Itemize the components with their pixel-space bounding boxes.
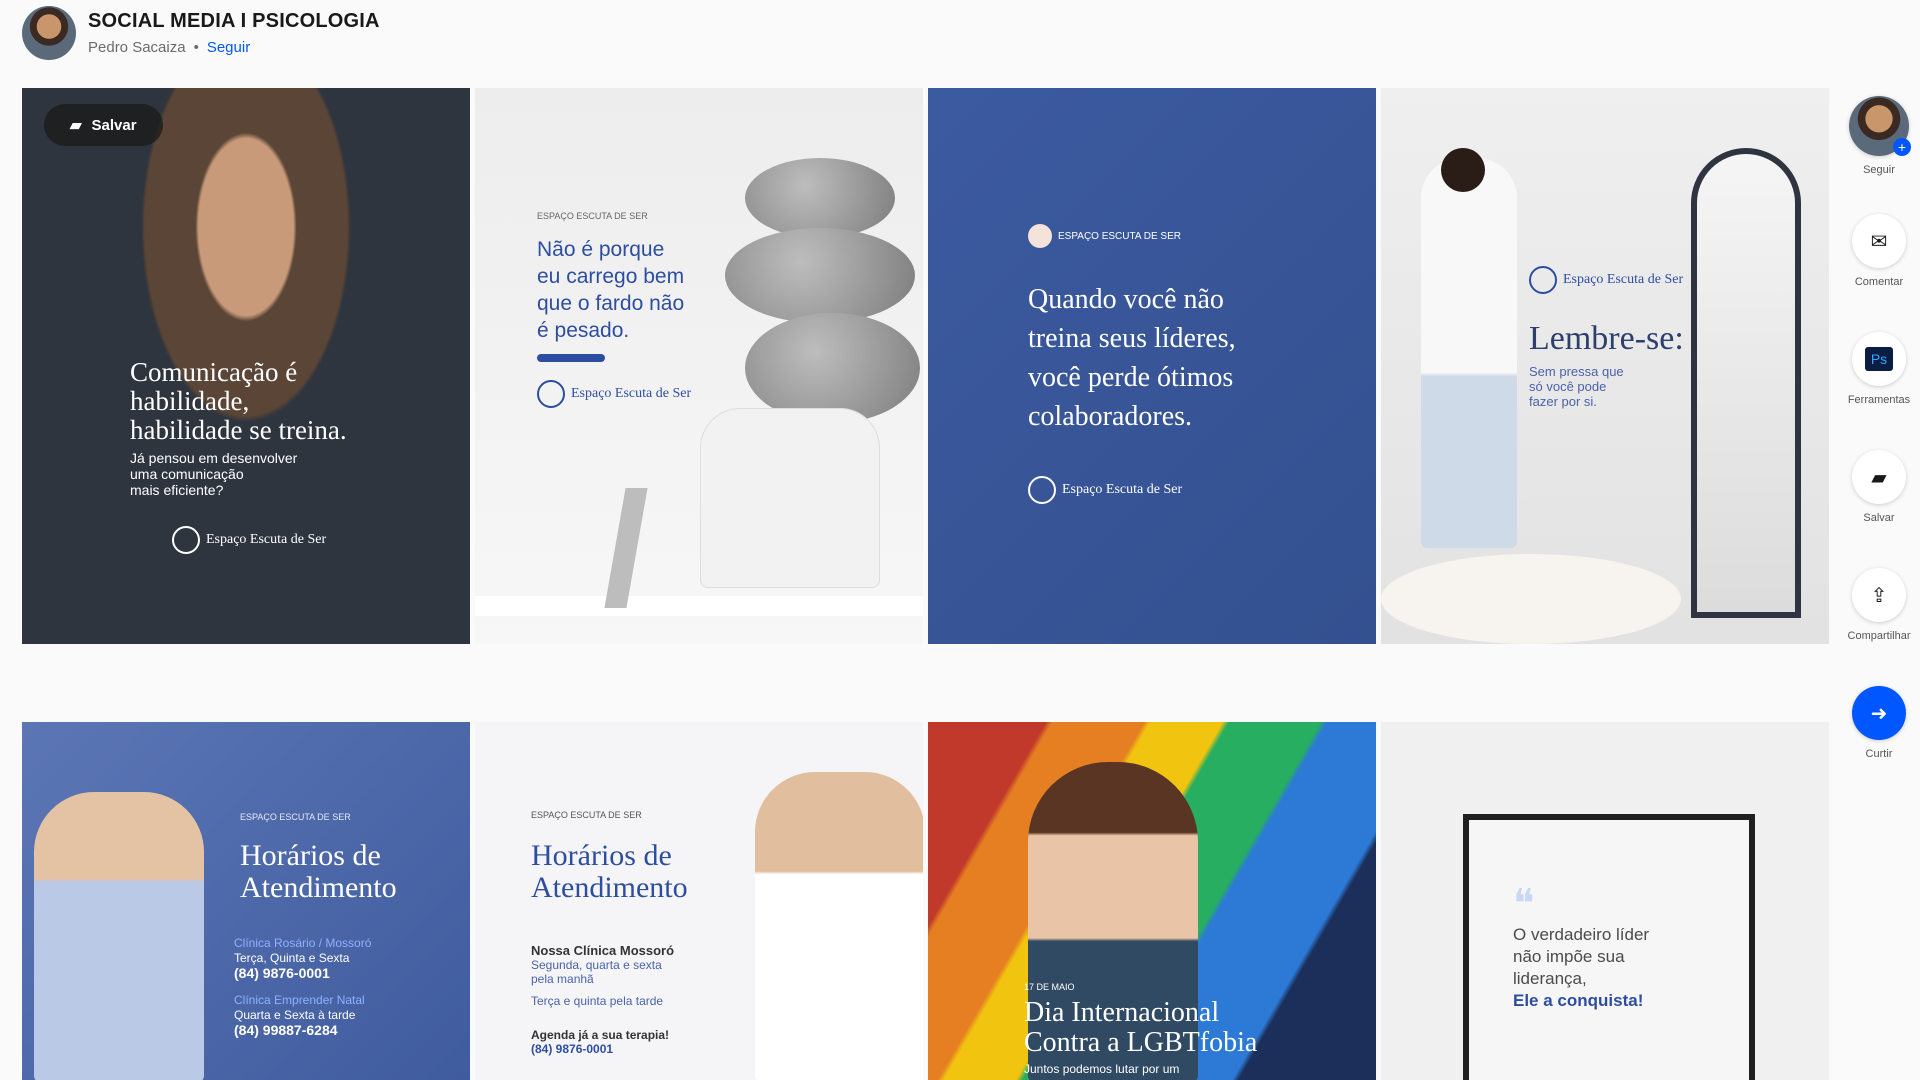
like-icon[interactable]: ➜ (1852, 686, 1906, 740)
rail-label: Compartilhar (1847, 630, 1911, 642)
quote-frame: ❝ O verdadeiro líder não impõe sua lider… (1463, 814, 1755, 1080)
brand-logo: Espaço Escuta de Ser (1529, 266, 1683, 294)
project-image-8[interactable]: ❝ O verdadeiro líder não impõe sua lider… (1381, 722, 1829, 1080)
separator: • (193, 39, 199, 56)
card-headline: Comunicação é habilidade, habilidade se … (130, 357, 347, 445)
rail-label: Ferramentas (1847, 394, 1911, 406)
project-image-6[interactable]: ESPAÇO ESCUTA DE SER Horários de Atendim… (475, 722, 923, 1080)
project-header: SOCIAL MEDIA I PSICOLOGIA Pedro Sacaiza … (22, 6, 380, 60)
brand-mark-icon (1529, 266, 1557, 294)
owner-name[interactable]: Pedro Sacaiza (88, 39, 186, 56)
card-subtext: Juntos podemos lutar por um (1024, 1062, 1180, 1076)
stone-shape (725, 228, 915, 323)
card-headline: Dia Internacional Contra a LGBTfobia (1024, 997, 1258, 1058)
rail-item-save[interactable]: ▰ Salvar (1842, 450, 1916, 568)
card-kicker: ESPAÇO ESCUTA DE SER (240, 812, 351, 822)
card-headline: Horários de Atendimento (240, 839, 397, 904)
project-image-7[interactable]: 17 DE MAIO Dia Internacional Contra a LG… (928, 722, 1376, 1080)
person-figure (1421, 158, 1517, 548)
rail-item-tools[interactable]: Ps Ferramentas (1842, 332, 1916, 450)
rail-label: Seguir (1863, 164, 1895, 176)
laptop-shape (604, 488, 648, 608)
rail-label: Salvar (1863, 512, 1895, 524)
pill-tag (537, 354, 605, 362)
project-image-1[interactable]: ▰ Salvar Comunicação é habilidade, habil… (22, 88, 470, 644)
person-figure (700, 408, 880, 588)
brand-mark-icon (1028, 476, 1056, 504)
rug-shape (1381, 554, 1681, 644)
brand-mark-icon (537, 380, 565, 408)
owner-avatar[interactable] (22, 6, 76, 60)
card-headline: Lembre-se: (1529, 320, 1684, 357)
rail-label: Comentar (1854, 276, 1904, 288)
owner-line: Pedro Sacaiza • Seguir (88, 39, 380, 56)
follow-link[interactable]: Seguir (207, 39, 250, 56)
person-figure (755, 772, 923, 1080)
project-title: SOCIAL MEDIA I PSICOLOGIA (88, 10, 380, 32)
rail-label: Curtir (1865, 748, 1893, 760)
pin-icon: ▰ (70, 117, 82, 134)
brand-mark-icon (172, 526, 200, 554)
rail-item-follow[interactable]: Seguir (1842, 96, 1916, 214)
rail-item-comment[interactable]: ✉ Comentar (1842, 214, 1916, 332)
tools-button[interactable]: Ps (1852, 332, 1906, 386)
card-kicker: ESPAÇO ESCUTA DE SER (531, 810, 642, 820)
person-head (1441, 148, 1485, 192)
brand-logo: Espaço Escuta de Ser (1028, 476, 1182, 504)
desk-surface (475, 596, 923, 616)
follow-avatar-button[interactable] (1849, 96, 1911, 156)
project-grid-row-1: ▰ Salvar Comunicação é habilidade, habil… (22, 88, 1830, 644)
share-icon[interactable]: ⇪ (1852, 568, 1906, 622)
brand-logo: Espaço Escuta de Ser (537, 380, 691, 408)
card-handle: ESPAÇO ESCUTA DE SER (1028, 224, 1181, 248)
stone-shape (745, 313, 920, 423)
save-icon[interactable]: ▰ (1852, 450, 1906, 504)
card-subtext: Já pensou em desenvolver uma comunicação… (130, 450, 298, 498)
person-figure (34, 792, 204, 1080)
photoshop-icon: Ps (1864, 347, 1894, 371)
save-button[interactable]: ▰ Salvar (44, 104, 163, 146)
schedule-list: Clínica Rosário / Mossoró Terça, Quinta … (234, 936, 372, 1038)
comment-icon[interactable]: ✉ (1852, 214, 1906, 268)
action-rail: Seguir ✉ Comentar Ps Ferramentas ▰ Salva… (1842, 96, 1916, 804)
card-headline: Horários de Atendimento (531, 839, 688, 904)
rail-item-like[interactable]: ➜ Curtir (1842, 686, 1916, 804)
stone-shape (745, 158, 895, 238)
card-kicker: ESPAÇO ESCUTA DE SER (537, 211, 648, 221)
project-grid-row-2: ESPAÇO ESCUTA DE SER Horários de Atendim… (22, 722, 1830, 1080)
project-image-2[interactable]: ESPAÇO ESCUTA DE SER Não é porque eu car… (475, 88, 923, 644)
brand-logo: Espaço Escuta de Ser (172, 526, 326, 554)
card-kicker: 17 DE MAIO (1024, 982, 1075, 992)
project-image-5[interactable]: ESPAÇO ESCUTA DE SER Horários de Atendim… (22, 722, 470, 1080)
mirror-shape (1691, 148, 1801, 618)
project-image-4[interactable]: Espaço Escuta de Ser Lembre-se: Sem pres… (1381, 88, 1829, 644)
rail-item-share[interactable]: ⇪ Compartilhar (1842, 568, 1916, 686)
card-headline: Quando você não treina seus líderes, voc… (1028, 284, 1236, 432)
card-headline: Não é porque eu carrego bem que o fardo … (537, 238, 685, 342)
quote-text: O verdadeiro líder não impõe sua lideran… (1513, 925, 1650, 1010)
card-subtext: Sem pressa que só você pode fazer por si… (1529, 364, 1624, 409)
quote-mark-icon: ❝ (1513, 881, 1535, 926)
project-image-3[interactable]: ESPAÇO ESCUTA DE SER Quando você não tre… (928, 88, 1376, 644)
handle-avatar (1028, 224, 1052, 248)
schedule-list: Nossa Clínica Mossoró Segunda, quarta e … (531, 943, 675, 1057)
